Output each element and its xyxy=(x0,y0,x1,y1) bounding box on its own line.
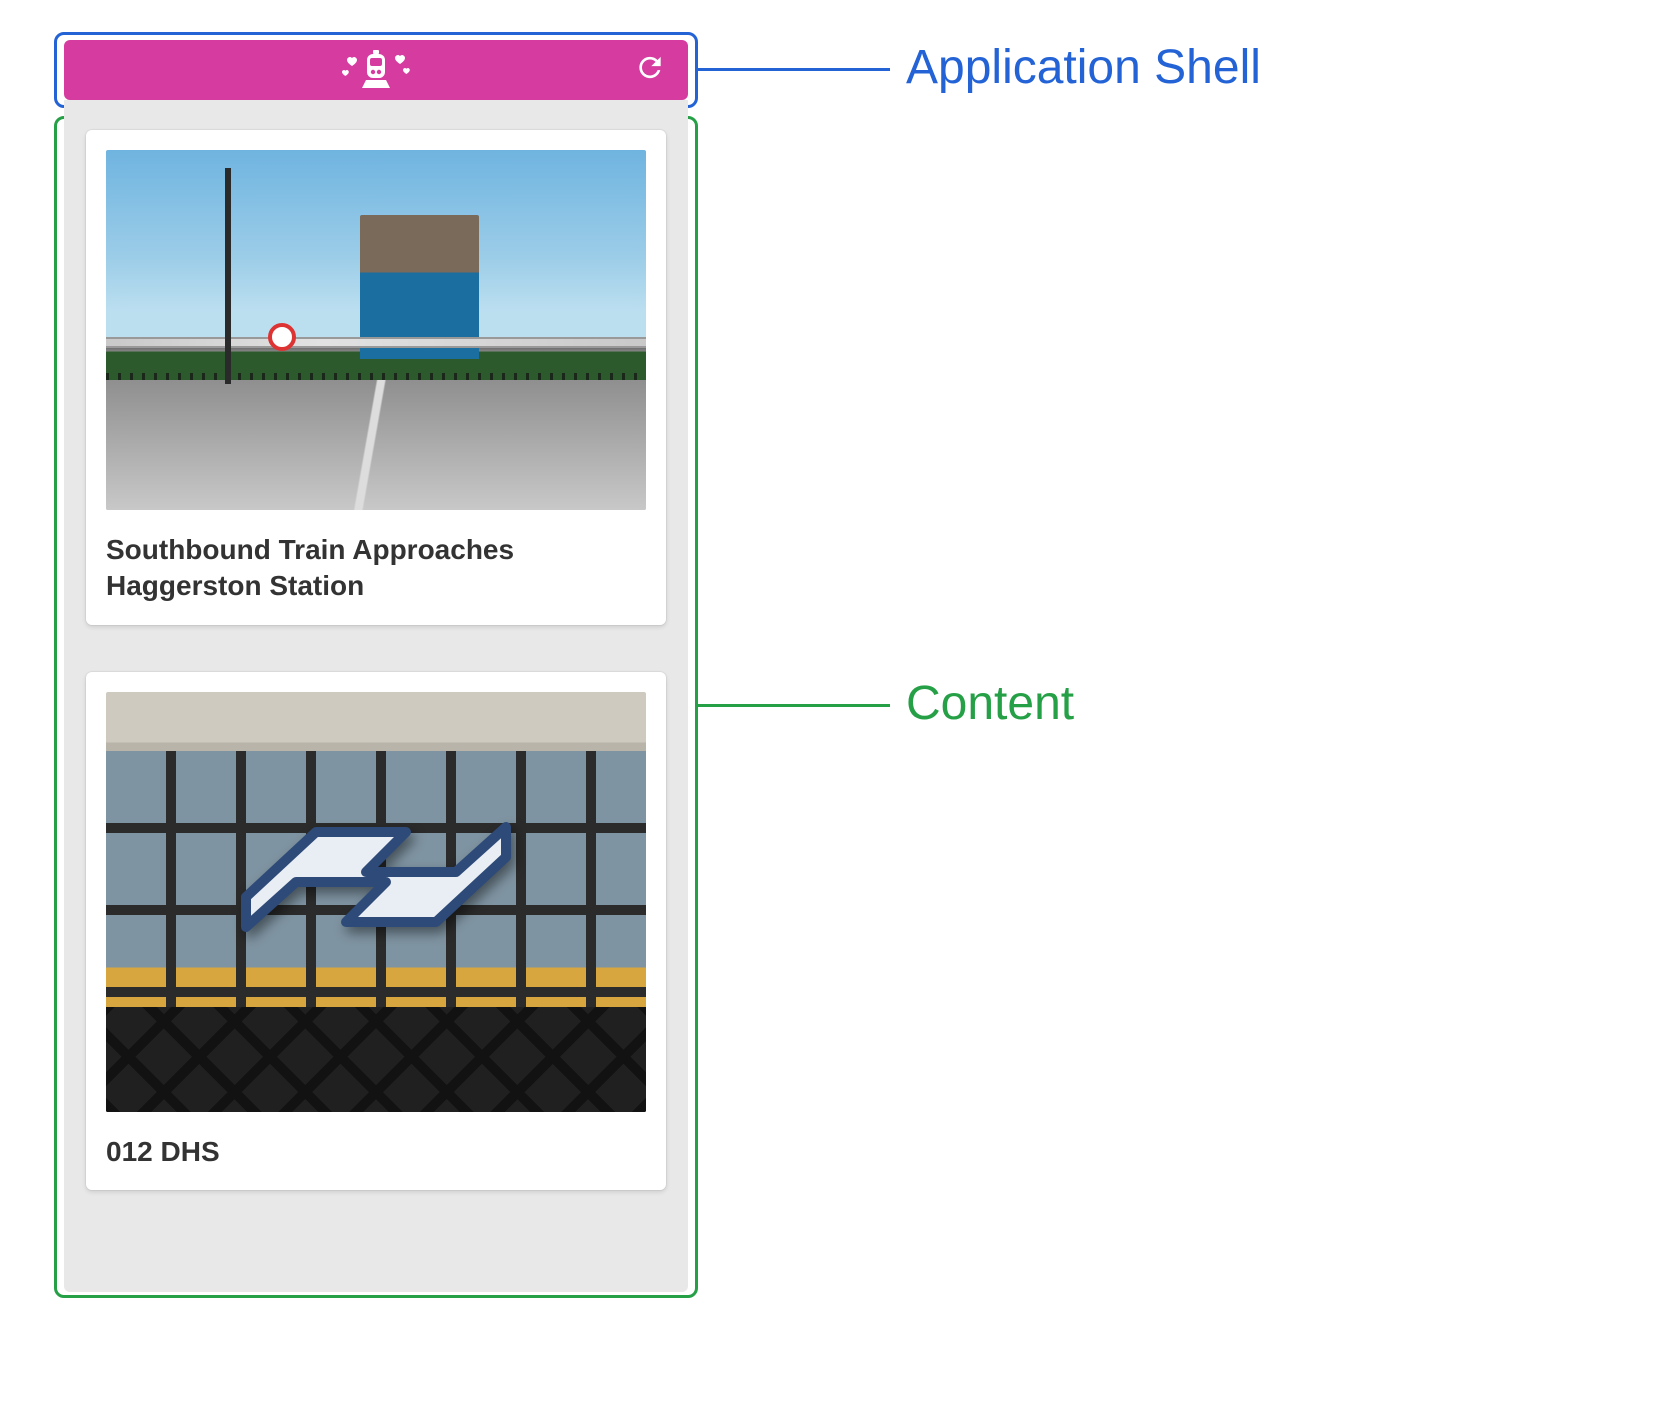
train-hearts-icon xyxy=(333,48,419,92)
card-image xyxy=(106,150,646,510)
content-card[interactable]: Southbound Train Approaches Haggerston S… xyxy=(86,130,666,625)
annotation-label-shell: Application Shell xyxy=(906,44,1261,92)
annotation-label-content: Content xyxy=(906,680,1074,728)
app-logo xyxy=(333,48,419,92)
ns-logo-icon xyxy=(226,802,526,952)
card-image xyxy=(106,692,646,1112)
refresh-icon xyxy=(634,52,666,89)
content-card[interactable]: 012 DHS xyxy=(86,672,666,1190)
app-bar xyxy=(64,40,688,100)
annotation-connector-content xyxy=(698,704,890,707)
diagram-stage: Application Shell Content xyxy=(0,0,1664,1410)
refresh-button[interactable] xyxy=(634,52,666,89)
card-title: 012 DHS xyxy=(106,1134,646,1170)
annotation-connector-shell xyxy=(698,68,890,71)
card-title: Southbound Train Approaches Haggerston S… xyxy=(106,532,646,605)
